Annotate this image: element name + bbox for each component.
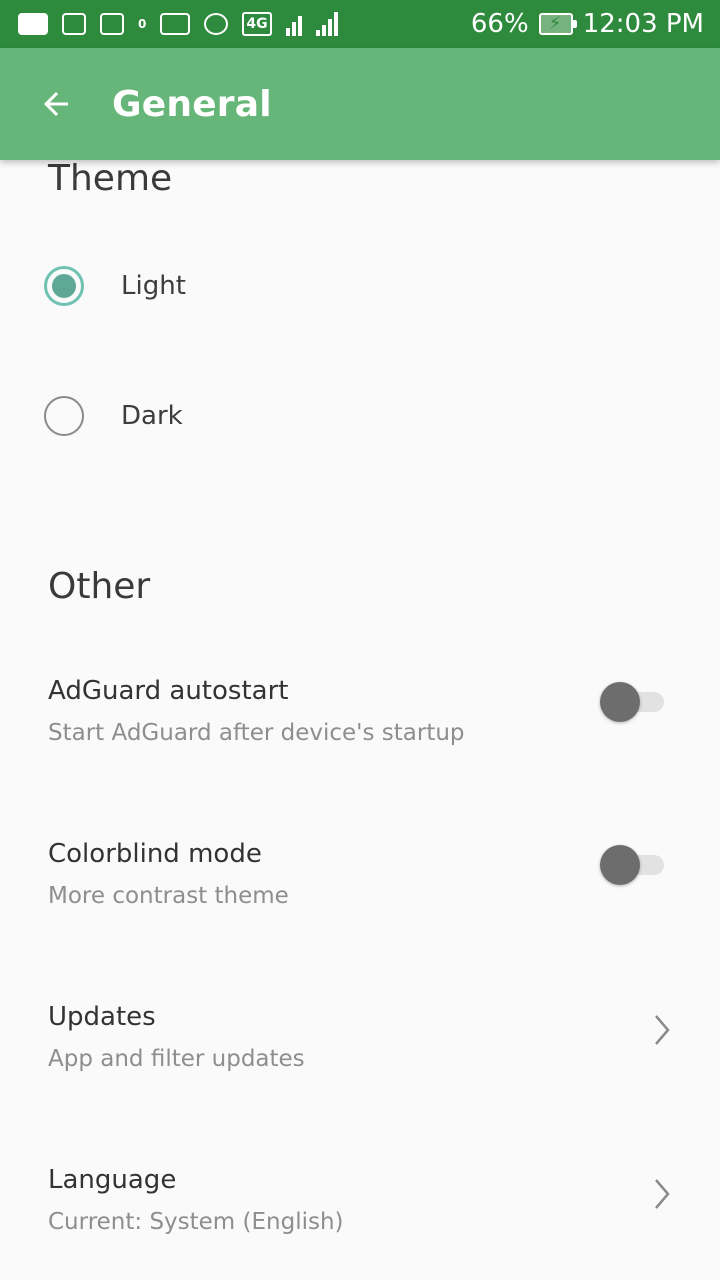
radio-unselected-icon[interactable] [44, 396, 84, 436]
notification-icons: 0 4G [18, 12, 471, 36]
wifi-signal-icon [285, 12, 302, 36]
app-bar: General [0, 48, 720, 160]
arrow-left-icon [44, 92, 68, 116]
gallery-icon [62, 13, 86, 35]
setting-subtitle: Start AdGuard after device's startup [48, 720, 465, 746]
setting-colorblind-mode[interactable]: Colorblind mode More contrast theme [0, 839, 720, 979]
chevron-right-icon [655, 1015, 670, 1045]
status-time: 12:03 PM [582, 9, 704, 39]
setting-subtitle: More contrast theme [48, 883, 289, 909]
data-counter: 0 [138, 17, 147, 31]
screen-share-icon [100, 13, 124, 35]
page-title: General [112, 83, 272, 125]
image-icon [160, 13, 191, 35]
cell-signal-icon [315, 12, 338, 36]
setting-title: Updates [48, 1002, 156, 1032]
setting-subtitle: Current: System (English) [48, 1209, 344, 1235]
battery-percent: 66% [470, 9, 529, 39]
battery-charging-icon: ⚡ [538, 13, 577, 35]
setting-title: AdGuard autostart [48, 676, 289, 706]
setting-language[interactable]: Language Current: System (English) [0, 1165, 720, 1280]
theme-option-dark[interactable]: Dark [0, 371, 720, 461]
back-button[interactable] [28, 76, 84, 132]
setting-title: Colorblind mode [48, 839, 262, 869]
theme-option-light[interactable]: Light [0, 241, 720, 331]
theme-option-label: Light [121, 271, 186, 301]
setting-adguard-autostart[interactable]: AdGuard autostart Start AdGuard after de… [0, 676, 720, 816]
theme-section-header: Theme [48, 160, 173, 199]
colorblind-toggle[interactable] [600, 843, 664, 887]
autostart-toggle[interactable] [600, 680, 664, 724]
theme-option-label: Dark [121, 401, 183, 431]
setting-title: Language [48, 1165, 177, 1195]
message-icon [18, 13, 48, 35]
setting-subtitle: App and filter updates [48, 1046, 305, 1072]
settings-list[interactable]: Theme Light Dark Other AdGuard autostart… [0, 160, 720, 1280]
radio-selected-icon[interactable] [44, 266, 84, 306]
other-section-header: Other [48, 566, 151, 607]
network-type-badge: 4G [242, 12, 272, 36]
setting-updates[interactable]: Updates App and filter updates [0, 1002, 720, 1142]
status-bar: 0 4G 66% ⚡ 12:03 PM [0, 0, 720, 48]
hotspot-icon [204, 13, 229, 35]
chevron-right-icon [655, 1179, 670, 1209]
